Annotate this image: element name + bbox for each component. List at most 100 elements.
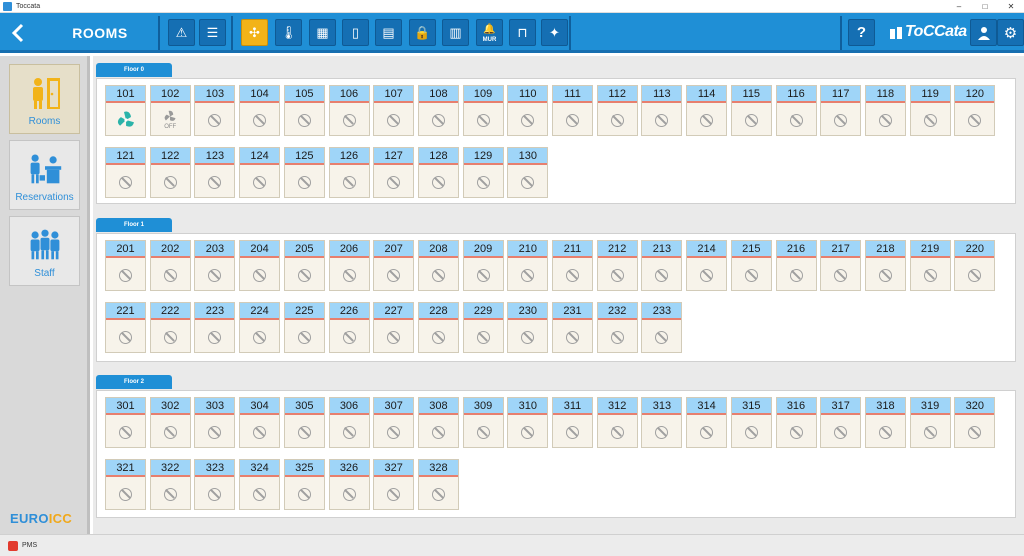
room-tile-308[interactable]: 308 (417, 397, 459, 448)
room-tile-119[interactable]: 119 (909, 85, 951, 136)
room-tile-232[interactable]: 232 (596, 302, 638, 353)
room-tile-226[interactable]: 226 (328, 302, 370, 353)
room-tile-311[interactable]: 311 (552, 397, 593, 448)
room-tile-210[interactable]: 210 (507, 240, 549, 291)
room-tile-111[interactable]: 111 (552, 85, 593, 136)
sidebar-item-reservations[interactable]: Reservations (9, 140, 80, 210)
room-tile-328[interactable]: 328 (417, 459, 459, 510)
room-tile-205[interactable]: 205 (283, 240, 325, 291)
room-tile-326[interactable]: 326 (328, 459, 370, 510)
room-tile-223[interactable]: 223 (194, 302, 236, 353)
mur-button[interactable]: 🔔 MUR (476, 19, 503, 46)
room-tile-112[interactable]: 112 (596, 85, 638, 136)
room-tile-312[interactable]: 312 (596, 397, 638, 448)
room-tile-227[interactable]: 227 (373, 302, 415, 353)
room-tile-127[interactable]: 127 (373, 147, 415, 198)
door-button[interactable]: ▯ (342, 19, 369, 46)
sidebar-item-rooms[interactable]: Rooms (9, 64, 80, 134)
room-tile-113[interactable]: 113 (641, 85, 683, 136)
room-tile-126[interactable]: 126 (328, 147, 370, 198)
room-tile-221[interactable]: 221 (105, 302, 146, 353)
room-tile-109[interactable]: 109 (462, 85, 504, 136)
room-tile-203[interactable]: 203 (194, 240, 236, 291)
housekeeping-button[interactable]: ✦ (541, 19, 568, 46)
room-tile-208[interactable]: 208 (417, 240, 459, 291)
room-tile-325[interactable]: 325 (283, 459, 325, 510)
room-tile-204[interactable]: 204 (239, 240, 281, 291)
room-tile-316[interactable]: 316 (775, 397, 817, 448)
room-tile-219[interactable]: 219 (909, 240, 951, 291)
minimize-button[interactable]: – (946, 0, 972, 13)
room-tile-217[interactable]: 217 (820, 240, 862, 291)
room-tile-211[interactable]: 211 (552, 240, 593, 291)
room-tile-327[interactable]: 327 (373, 459, 415, 510)
floor-tab[interactable]: Floor 0 (96, 63, 172, 77)
room-tile-313[interactable]: 313 (641, 397, 683, 448)
room-tile-213[interactable]: 213 (641, 240, 683, 291)
room-tile-228[interactable]: 228 (417, 302, 459, 353)
room-tile-202[interactable]: 202 (149, 240, 191, 291)
room-tile-220[interactable]: 220 (954, 240, 996, 291)
room-tile-229[interactable]: 229 (462, 302, 504, 353)
room-tile-201[interactable]: 201 (105, 240, 146, 291)
room-tile-305[interactable]: 305 (283, 397, 325, 448)
room-tile-218[interactable]: 218 (864, 240, 906, 291)
list-button[interactable]: ☰ (199, 19, 226, 46)
room-tile-108[interactable]: 108 (417, 85, 459, 136)
room-tile-215[interactable]: 215 (730, 240, 772, 291)
room-tile-319[interactable]: 319 (909, 397, 951, 448)
room-tile-323[interactable]: 323 (194, 459, 236, 510)
room-tile-118[interactable]: 118 (864, 85, 906, 136)
room-tile-309[interactable]: 309 (462, 397, 504, 448)
room-tile-101[interactable]: 101 (105, 85, 146, 136)
thermostat-button[interactable]: ▦ (309, 19, 336, 46)
floor-tab[interactable]: Floor 2 (96, 375, 172, 389)
room-tile-128[interactable]: 128 (417, 147, 459, 198)
room-tile-233[interactable]: 233 (641, 302, 683, 353)
room-tile-231[interactable]: 231 (552, 302, 593, 353)
hvac-fan-button[interactable]: ✣ (241, 19, 268, 46)
room-tile-224[interactable]: 224 (239, 302, 281, 353)
back-button[interactable] (6, 19, 30, 47)
room-tile-130[interactable]: 130 (507, 147, 549, 198)
sidebar-item-staff[interactable]: Staff (9, 216, 80, 286)
room-tile-115[interactable]: 115 (730, 85, 772, 136)
room-tile-307[interactable]: 307 (373, 397, 415, 448)
room-tile-230[interactable]: 230 (507, 302, 549, 353)
lock-button[interactable]: 🔒 (409, 19, 436, 46)
room-tile-116[interactable]: 116 (775, 85, 817, 136)
settings-button[interactable]: ⚙ (997, 19, 1024, 46)
room-tile-314[interactable]: 314 (686, 397, 728, 448)
help-button[interactable]: ? (848, 19, 875, 46)
room-tile-117[interactable]: 117 (820, 85, 862, 136)
room-tile-104[interactable]: 104 (239, 85, 281, 136)
room-tile-216[interactable]: 216 (775, 240, 817, 291)
room-tile-324[interactable]: 324 (239, 459, 281, 510)
room-tile-302[interactable]: 302 (149, 397, 191, 448)
room-tile-120[interactable]: 120 (954, 85, 996, 136)
floor-tab[interactable]: Floor 1 (96, 218, 172, 232)
curtains-button[interactable]: ⊓ (509, 19, 536, 46)
maximize-button[interactable]: □ (972, 0, 998, 13)
temperature-button[interactable]: 🌡 (275, 19, 302, 46)
room-tile-103[interactable]: 103 (194, 85, 236, 136)
room-tile-322[interactable]: 322 (149, 459, 191, 510)
card-button[interactable]: ▤ (375, 19, 402, 46)
room-tile-320[interactable]: 320 (954, 397, 996, 448)
room-tile-304[interactable]: 304 (239, 397, 281, 448)
room-tile-209[interactable]: 209 (462, 240, 504, 291)
room-tile-123[interactable]: 123 (194, 147, 236, 198)
room-tile-114[interactable]: 114 (686, 85, 728, 136)
room-tile-222[interactable]: 222 (149, 302, 191, 353)
room-tile-303[interactable]: 303 (194, 397, 236, 448)
room-tile-318[interactable]: 318 (864, 397, 906, 448)
room-tile-206[interactable]: 206 (328, 240, 370, 291)
room-tile-110[interactable]: 110 (507, 85, 549, 136)
room-tile-301[interactable]: 301 (105, 397, 146, 448)
room-tile-105[interactable]: 105 (283, 85, 325, 136)
user-button[interactable] (970, 19, 997, 46)
room-tile-125[interactable]: 125 (283, 147, 325, 198)
alert-button[interactable]: ⚠ (168, 19, 195, 46)
room-tile-129[interactable]: 129 (462, 147, 504, 198)
room-tile-207[interactable]: 207 (373, 240, 415, 291)
